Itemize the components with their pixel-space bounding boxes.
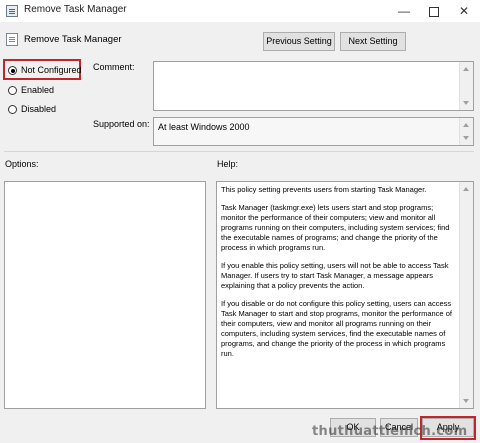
supported-on-field: At least Windows 2000 — [153, 117, 474, 146]
supported-on-value: At least Windows 2000 — [158, 122, 250, 132]
next-setting-button[interactable]: Next Setting — [340, 32, 406, 51]
comment-label: Comment: — [93, 62, 135, 72]
options-panel — [4, 181, 206, 409]
separator — [4, 151, 474, 152]
help-panel[interactable]: This policy setting prevents users from … — [216, 181, 474, 409]
comment-scrollbar[interactable] — [459, 62, 473, 110]
help-paragraph: Task Manager (taskmgr.exe) lets users st… — [221, 203, 450, 252]
radio-label: Disabled — [21, 104, 57, 114]
supported-on-label: Supported on: — [93, 119, 150, 129]
app-icon — [6, 5, 18, 17]
scroll-down-icon[interactable] — [463, 399, 469, 403]
minimize-button[interactable]: — — [389, 0, 419, 22]
radio-enabled[interactable]: Enabled — [8, 83, 54, 97]
policy-title: Remove Task Manager — [24, 34, 122, 45]
help-scrollbar[interactable] — [459, 182, 473, 408]
radio-unselected-icon[interactable] — [8, 86, 17, 95]
scroll-down-icon[interactable] — [463, 101, 469, 105]
radio-selected-icon[interactable] — [8, 66, 17, 75]
scroll-down-icon[interactable] — [463, 136, 469, 140]
scroll-up-icon[interactable] — [463, 123, 469, 127]
watermark: thuthuattienich.com — [312, 424, 468, 439]
maximize-button[interactable] — [419, 0, 449, 22]
radio-label: Not Configured — [21, 65, 82, 75]
close-button[interactable]: ✕ — [449, 0, 479, 22]
maximize-icon — [429, 6, 439, 17]
radio-not-configured[interactable]: Not Configured — [8, 63, 82, 77]
radio-disabled[interactable]: Disabled — [8, 102, 56, 116]
scroll-up-icon[interactable] — [463, 187, 469, 191]
radio-unselected-icon[interactable] — [8, 105, 17, 114]
options-label: Options: — [5, 159, 39, 169]
previous-setting-button[interactable]: Previous Setting — [263, 32, 335, 51]
help-paragraph: If you enable this policy setting, users… — [221, 261, 449, 290]
minimize-icon: — — [398, 4, 410, 18]
help-paragraph: This policy setting prevents users from … — [221, 185, 427, 194]
help-text: This policy setting prevents users from … — [221, 185, 453, 367]
help-paragraph: If you disable or do not configure this … — [221, 299, 452, 358]
window-title: Remove Task Manager — [24, 4, 127, 15]
policy-icon — [6, 33, 18, 46]
supported-scrollbar[interactable] — [459, 118, 473, 145]
close-icon: ✕ — [458, 4, 470, 18]
radio-label: Enabled — [21, 85, 55, 95]
scroll-up-icon[interactable] — [463, 67, 469, 71]
help-label: Help: — [217, 159, 239, 169]
comment-textarea[interactable] — [153, 61, 474, 111]
